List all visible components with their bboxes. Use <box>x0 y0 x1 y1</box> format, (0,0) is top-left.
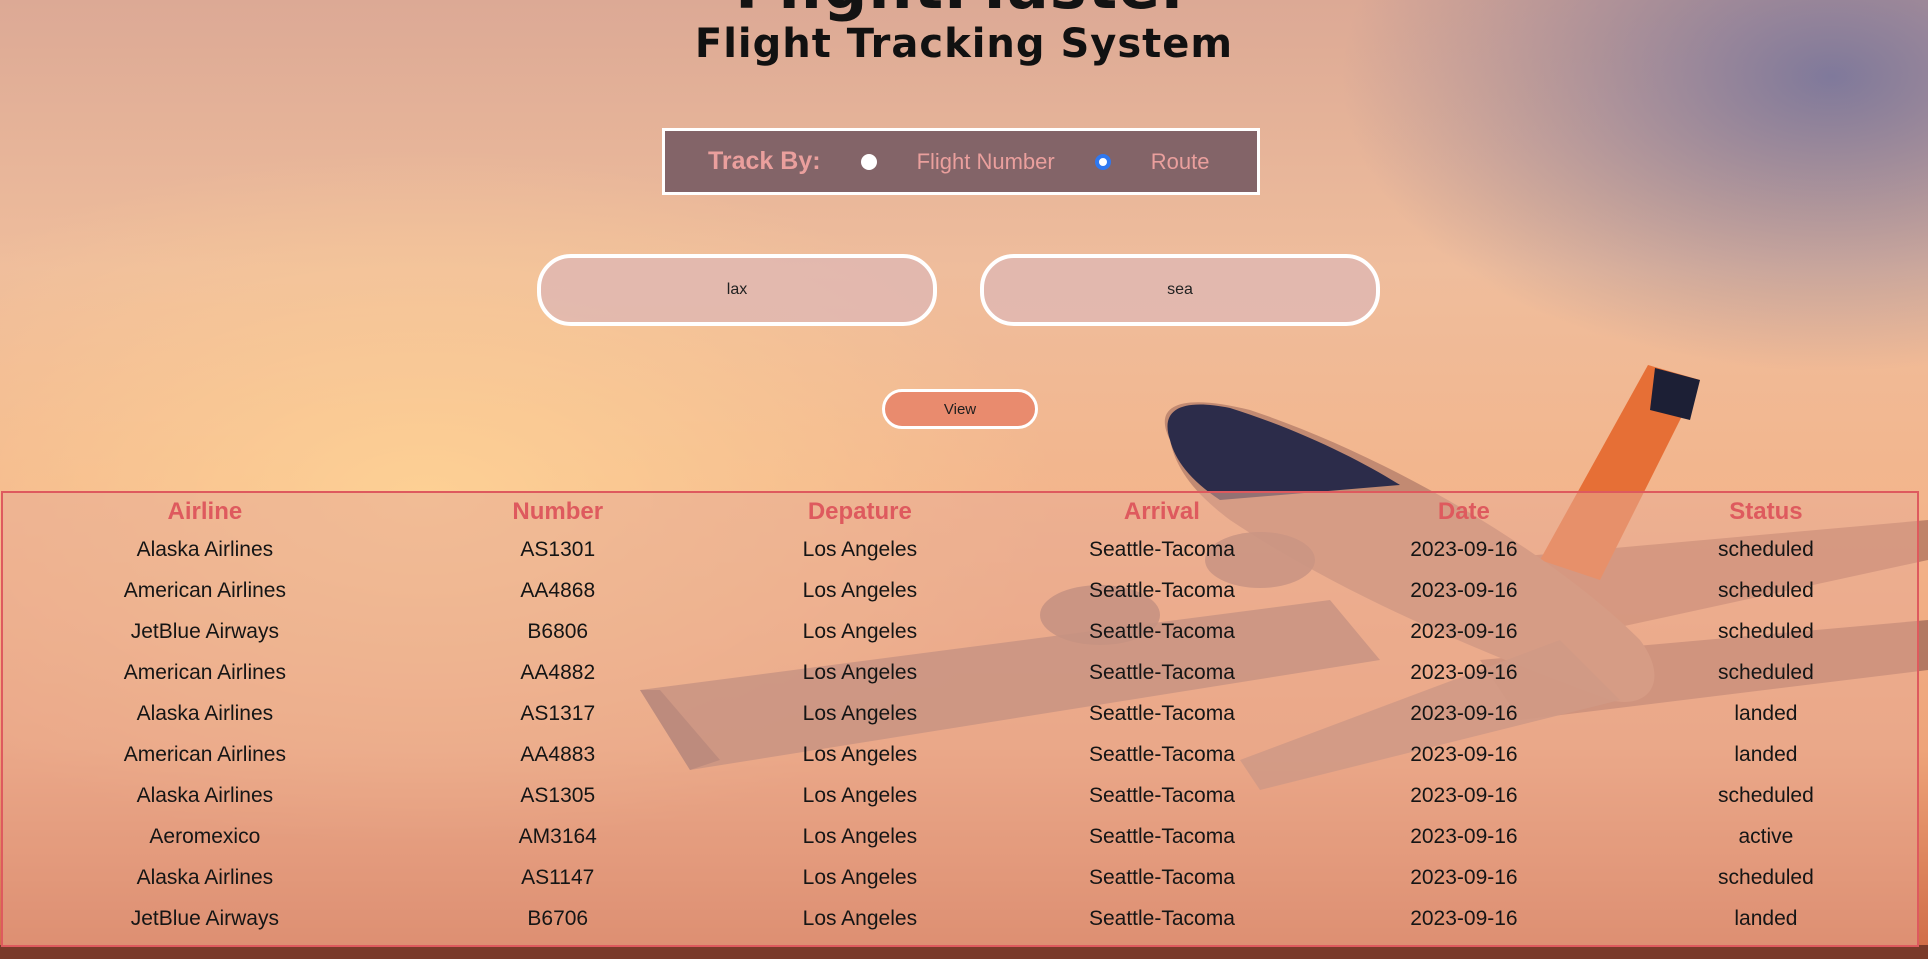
column-header-date: Date <box>1437 498 1490 525</box>
cell-number: AM3164 <box>518 824 597 848</box>
departure-airport-input[interactable] <box>537 254 937 326</box>
cell-status: landed <box>1734 742 1798 766</box>
cell-status: landed <box>1734 701 1798 725</box>
cell-status: scheduled <box>1718 783 1814 807</box>
flight-number-radio[interactable] <box>860 153 877 170</box>
cell-arrival: Seattle-Tacoma <box>1088 578 1235 602</box>
results-table-container: Airline Number Depature Arrival Date Sta… <box>1 491 1919 947</box>
cell-status: scheduled <box>1718 660 1814 684</box>
cell-arrival: Seattle-Tacoma <box>1088 865 1235 889</box>
arrival-airport-input[interactable] <box>980 254 1380 326</box>
cell-date: 2023-09-16 <box>1410 660 1518 684</box>
column-header-status: Status <box>1729 498 1803 525</box>
track-by-label: Track By: <box>708 147 821 175</box>
cell-date: 2023-09-16 <box>1410 742 1518 766</box>
cell-status: scheduled <box>1718 578 1814 602</box>
track-by-selector: Track By: Flight Number Route <box>662 128 1260 195</box>
cell-departure: Los Angeles <box>802 865 918 889</box>
table-row: JetBlue Airways B6806 Los Angeles Seattle-T… <box>3 611 1917 652</box>
cell-number: B6706 <box>527 906 589 930</box>
cell-airline: JetBlue Airways <box>130 619 279 643</box>
cell-date: 2023-09-16 <box>1410 824 1518 848</box>
cell-date: 2023-09-16 <box>1410 865 1518 889</box>
column-header-number: Number <box>512 498 604 525</box>
route-radio[interactable] <box>1094 153 1111 170</box>
cell-status: scheduled <box>1718 537 1814 561</box>
cell-departure: Los Angeles <box>802 783 918 807</box>
table-row: Alaska Airlines AS1147 Los Angeles Seattle-… <box>3 857 1917 898</box>
cell-departure: Los Angeles <box>802 701 918 725</box>
cell-departure: Los Angeles <box>802 742 918 766</box>
cell-airline: Alaska Airlines <box>136 537 274 561</box>
table-row: American Airlines AA4883 Los Angeles Seattl… <box>3 734 1917 775</box>
cell-departure: Los Angeles <box>802 537 918 561</box>
cell-airline: American Airlines <box>123 578 286 602</box>
cell-date: 2023-09-16 <box>1410 701 1518 725</box>
column-header-airline: Airline <box>167 498 243 525</box>
cell-airline: American Airlines <box>123 742 286 766</box>
cell-number: AS1305 <box>520 783 596 807</box>
cell-departure: Los Angeles <box>802 824 918 848</box>
cell-number: AS1317 <box>520 701 596 725</box>
cell-number: AA4882 <box>520 660 596 684</box>
route-option-label[interactable]: Route <box>1151 149 1210 175</box>
cell-date: 2023-09-16 <box>1410 537 1518 561</box>
results-table: Airline Number Depature Arrival Date Sta… <box>3 493 1917 939</box>
cell-departure: Los Angeles <box>802 660 918 684</box>
cell-arrival: Seattle-Tacoma <box>1088 742 1235 766</box>
cell-status: landed <box>1734 906 1798 930</box>
cell-departure: Los Angeles <box>802 906 918 930</box>
brand-logo-text: FlightMaster <box>0 0 1928 18</box>
cell-airline: Alaska Airlines <box>136 865 274 889</box>
cell-arrival: Seattle-Tacoma <box>1088 619 1235 643</box>
table-row: American Airlines AA4882 Los Angeles Seattl… <box>3 652 1917 693</box>
cell-date: 2023-09-16 <box>1410 578 1518 602</box>
table-row: Alaska Airlines AS1301 Los Angeles Seattle-… <box>3 529 1917 570</box>
table-row: Alaska Airlines AS1305 Los Angeles Seattle-… <box>3 775 1917 816</box>
cell-date: 2023-09-16 <box>1410 783 1518 807</box>
cell-arrival: Seattle-Tacoma <box>1088 783 1235 807</box>
cell-arrival: Seattle-Tacoma <box>1088 906 1235 930</box>
cell-airline: Alaska Airlines <box>136 783 274 807</box>
table-row: American Airlines AA4868 Los Angeles Seattl… <box>3 570 1917 611</box>
table-header-row: Airline Number Depature Arrival Date Sta… <box>3 493 1917 529</box>
view-button[interactable]: View <box>882 389 1038 429</box>
table-row: JetBlue Airways B6706 Los Angeles Seattle-T… <box>3 898 1917 939</box>
cell-departure: Los Angeles <box>802 619 918 643</box>
cell-arrival: Seattle-Tacoma <box>1088 701 1235 725</box>
column-header-departure: Depature <box>807 498 912 525</box>
cell-status: active <box>1738 824 1794 848</box>
page-subtitle: Flight Tracking System <box>694 21 1234 67</box>
cell-date: 2023-09-16 <box>1410 619 1518 643</box>
cell-departure: Los Angeles <box>802 578 918 602</box>
cell-date: 2023-09-16 <box>1410 906 1518 930</box>
cell-airline: American Airlines <box>123 660 286 684</box>
cell-number: AA4868 <box>520 578 596 602</box>
cell-number: AA4883 <box>520 742 596 766</box>
cell-number: AS1147 <box>521 865 595 889</box>
cell-arrival: Seattle-Tacoma <box>1088 824 1235 848</box>
cell-airline: JetBlue Airways <box>130 906 279 930</box>
column-header-arrival: Arrival <box>1123 498 1200 525</box>
flight-number-option-label[interactable]: Flight Number <box>917 149 1055 175</box>
cell-number: AS1301 <box>520 537 596 561</box>
cell-arrival: Seattle-Tacoma <box>1088 537 1235 561</box>
table-row: Aeromexico AM3164 Los Angeles Seattle-Tacom… <box>3 816 1917 857</box>
cell-number: B6806 <box>527 619 589 643</box>
cell-status: scheduled <box>1718 865 1814 889</box>
cell-airline: Alaska Airlines <box>136 701 274 725</box>
cell-arrival: Seattle-Tacoma <box>1088 660 1235 684</box>
table-row: Alaska Airlines AS1317 Los Angeles Seattle-… <box>3 693 1917 734</box>
cell-airline: Aeromexico <box>149 824 261 848</box>
cell-status: scheduled <box>1718 619 1814 643</box>
